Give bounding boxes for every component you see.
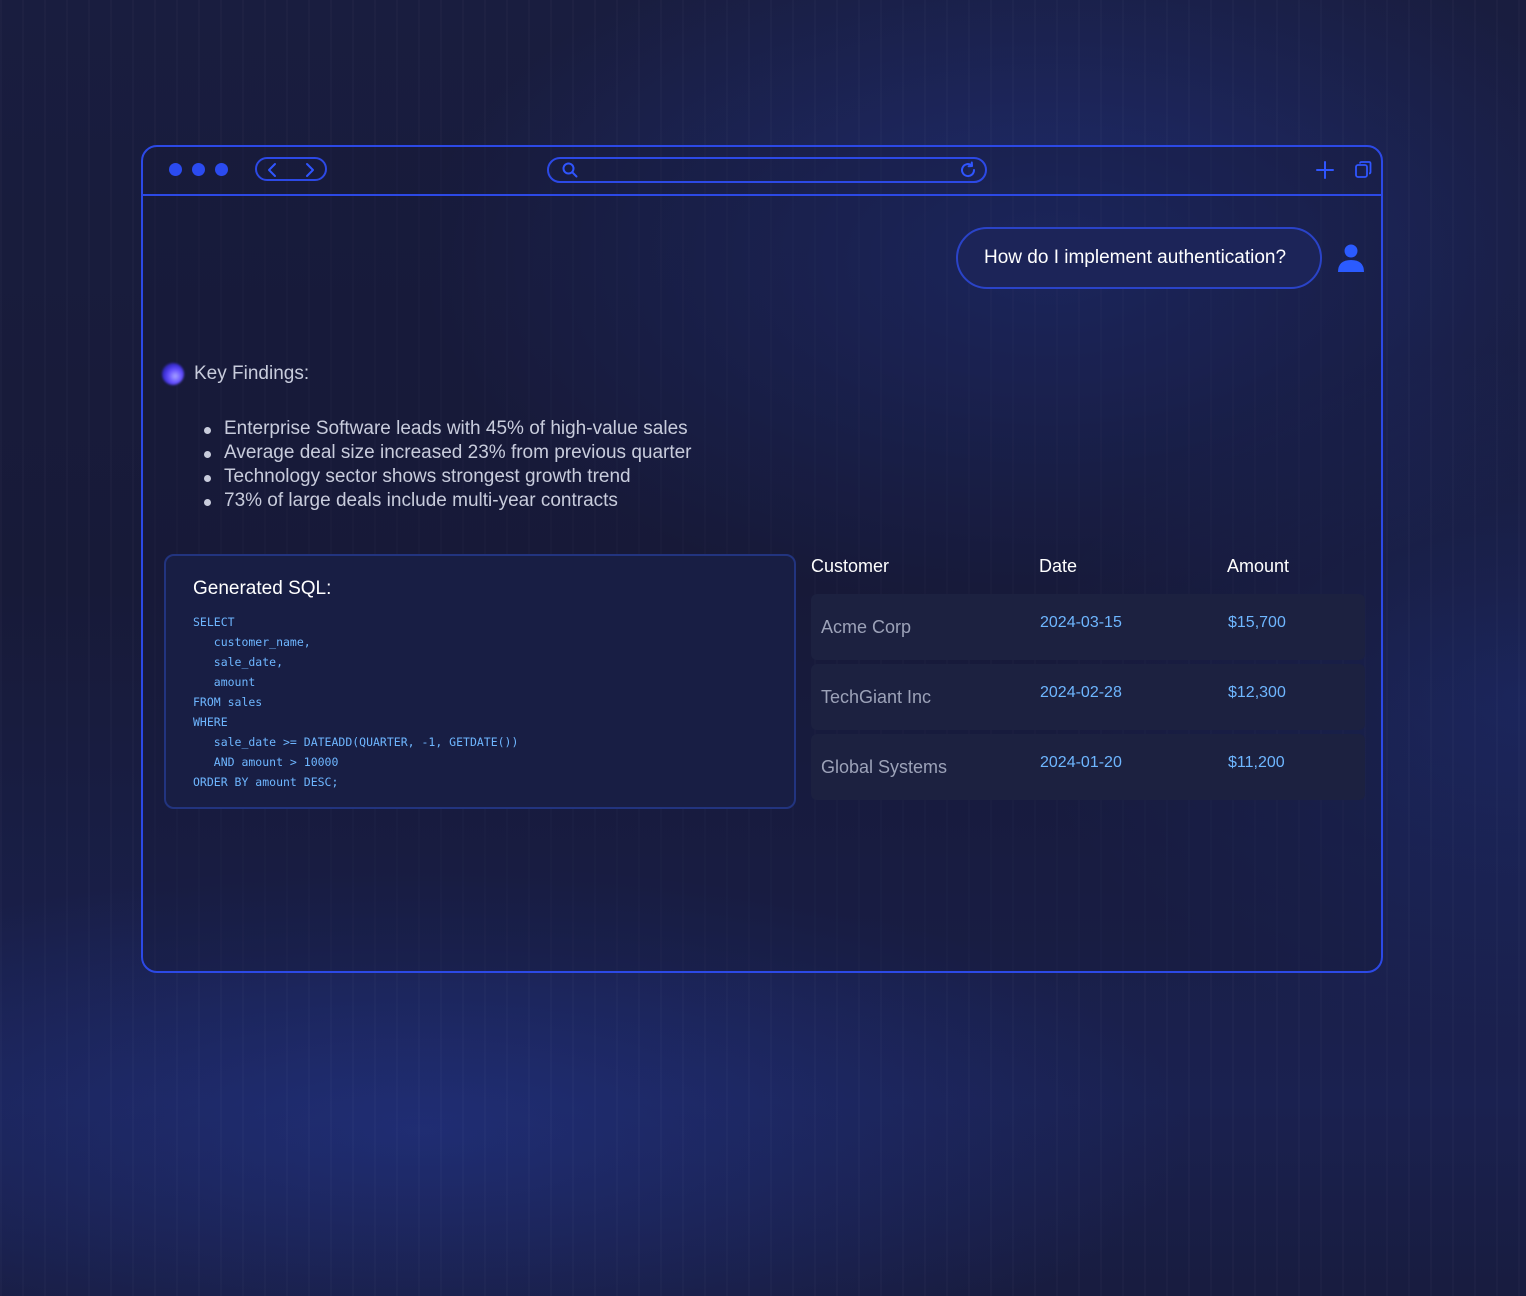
window-dot-close[interactable] — [169, 163, 182, 176]
findings-list: Enterprise Software leads with 45% of hi… — [202, 417, 692, 513]
address-bar[interactable] — [547, 157, 987, 183]
column-header-date: Date — [1039, 556, 1078, 576]
column-header-customer: Customer — [811, 556, 890, 576]
finding-text: 73% of large deals include multi-year co… — [224, 490, 618, 511]
cell-amount: $12,300 — [1228, 684, 1286, 701]
cell-customer: TechGiant Inc — [821, 687, 932, 707]
finding-text: Average deal size increased 23% from pre… — [224, 442, 692, 463]
finding-text: Technology sector shows strongest growth… — [224, 466, 631, 487]
column-header-amount: Amount — [1227, 556, 1290, 576]
ai-orb-icon — [162, 363, 184, 385]
finding-item: Enterprise Software leads with 45% of hi… — [202, 417, 692, 441]
chevron-left-icon — [268, 163, 276, 177]
forward-button[interactable] — [299, 161, 319, 179]
sql-title: Generated SQL: — [193, 578, 332, 599]
bullet-icon — [204, 427, 211, 434]
back-button[interactable] — [263, 161, 283, 179]
copy-icon[interactable] — [1354, 160, 1373, 179]
cell-date: 2024-02-28 — [1040, 684, 1122, 701]
chevron-right-icon — [306, 163, 314, 177]
table-row[interactable]: TechGiant Inc 2024-02-28 $12,300 — [811, 664, 1365, 730]
user-message-bubble: How do I implement authentication? — [956, 227, 1322, 289]
cell-amount: $15,700 — [1228, 614, 1286, 631]
user-icon[interactable] — [1337, 243, 1365, 273]
cell-date: 2024-01-20 — [1040, 754, 1122, 771]
table-row[interactable]: Acme Corp 2024-03-15 $15,700 — [811, 594, 1365, 660]
finding-item: Technology sector shows strongest growth… — [202, 465, 692, 489]
finding-item: 73% of large deals include multi-year co… — [202, 489, 692, 513]
reload-icon[interactable] — [959, 161, 977, 179]
cell-amount: $11,200 — [1228, 754, 1285, 771]
browser-window: How do I implement authentication? Key F… — [141, 145, 1383, 973]
bullet-icon — [204, 451, 211, 458]
finding-item: Average deal size increased 23% from pre… — [202, 441, 692, 465]
window-dot-minimize[interactable] — [192, 163, 205, 176]
search-icon — [562, 162, 578, 178]
table-row[interactable]: Global Systems 2024-01-20 $11,200 — [811, 734, 1365, 800]
findings-title: Key Findings: — [194, 363, 310, 384]
cell-date: 2024-03-15 — [1040, 614, 1122, 631]
sql-code-block[interactable]: SELECT customer_name, sale_date, amount … — [193, 612, 518, 792]
nav-button-group — [255, 157, 327, 181]
finding-text: Enterprise Software leads with 45% of hi… — [224, 418, 688, 439]
cell-customer: Global Systems — [821, 757, 948, 777]
bullet-icon — [204, 499, 211, 506]
sql-card: Generated SQL: SELECT customer_name, sal… — [164, 554, 796, 809]
window-dot-maximize[interactable] — [215, 163, 228, 176]
new-tab-button[interactable] — [1315, 160, 1335, 180]
cell-customer: Acme Corp — [821, 617, 912, 637]
bullet-icon — [204, 475, 211, 482]
browser-titlebar — [143, 147, 1381, 196]
